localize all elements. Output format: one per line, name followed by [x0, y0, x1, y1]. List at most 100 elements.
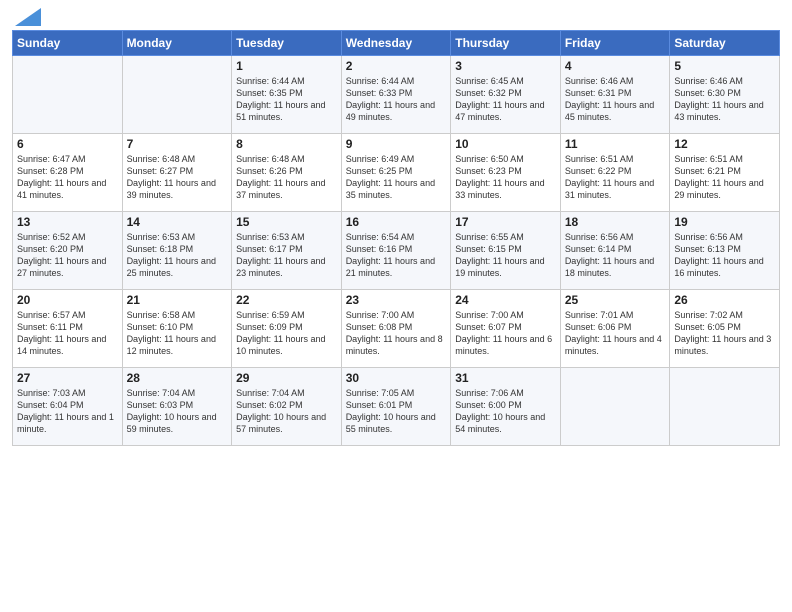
calendar-week-3: 13 Sunrise: 6:52 AM Sunset: 6:20 PM Dayli… [13, 212, 780, 290]
day-info: Sunrise: 6:48 AM Sunset: 6:26 PM Dayligh… [236, 153, 337, 202]
day-info: Sunrise: 6:57 AM Sunset: 6:11 PM Dayligh… [17, 309, 118, 358]
day-info: Sunrise: 6:59 AM Sunset: 6:09 PM Dayligh… [236, 309, 337, 358]
day-number: 29 [236, 371, 337, 385]
calendar-cell: 4 Sunrise: 6:46 AM Sunset: 6:31 PM Daylig… [560, 56, 670, 134]
day-number: 18 [565, 215, 666, 229]
day-info: Sunrise: 6:46 AM Sunset: 6:30 PM Dayligh… [674, 75, 775, 124]
day-number: 25 [565, 293, 666, 307]
day-number: 16 [346, 215, 447, 229]
day-info: Sunrise: 6:56 AM Sunset: 6:13 PM Dayligh… [674, 231, 775, 280]
calendar-cell: 20 Sunrise: 6:57 AM Sunset: 6:11 PM Dayli… [13, 290, 123, 368]
day-info: Sunrise: 6:44 AM Sunset: 6:35 PM Dayligh… [236, 75, 337, 124]
calendar-week-1: 1 Sunrise: 6:44 AM Sunset: 6:35 PM Daylig… [13, 56, 780, 134]
day-info: Sunrise: 6:53 AM Sunset: 6:18 PM Dayligh… [127, 231, 228, 280]
calendar-cell: 15 Sunrise: 6:53 AM Sunset: 6:17 PM Dayli… [232, 212, 342, 290]
day-info: Sunrise: 6:56 AM Sunset: 6:14 PM Dayligh… [565, 231, 666, 280]
calendar-cell: 30Sunrise: 7:05 AM Sunset: 6:01 PM Dayli… [341, 368, 451, 446]
header-thursday: Thursday [451, 31, 561, 56]
calendar-cell: 17 Sunrise: 6:55 AM Sunset: 6:15 PM Dayli… [451, 212, 561, 290]
calendar-cell: 3 Sunrise: 6:45 AM Sunset: 6:32 PM Daylig… [451, 56, 561, 134]
header-wednesday: Wednesday [341, 31, 451, 56]
day-info: Sunrise: 7:04 AM Sunset: 6:02 PM Dayligh… [236, 387, 337, 436]
day-number: 13 [17, 215, 118, 229]
day-number: 17 [455, 215, 556, 229]
day-info: Sunrise: 7:01 AM Sunset: 6:06 PM Dayligh… [565, 309, 666, 358]
day-number: 10 [455, 137, 556, 151]
day-info: Sunrise: 7:03 AM Sunset: 6:04 PM Dayligh… [17, 387, 118, 436]
day-number: 24 [455, 293, 556, 307]
calendar-cell: 29 Sunrise: 7:04 AM Sunset: 6:02 PM Dayli… [232, 368, 342, 446]
day-number: 11 [565, 137, 666, 151]
day-info: Sunrise: 6:50 AM Sunset: 6:23 PM Dayligh… [455, 153, 556, 202]
day-number: 9 [346, 137, 447, 151]
day-info: Sunrise: 7:00 AM Sunset: 6:07 PM Dayligh… [455, 309, 556, 358]
day-info: Sunrise: 7:00 AM Sunset: 6:08 PM Dayligh… [346, 309, 447, 358]
calendar-cell: 18 Sunrise: 6:56 AM Sunset: 6:14 PM Dayli… [560, 212, 670, 290]
day-number: 15 [236, 215, 337, 229]
calendar-cell: 28Sunrise: 7:04 AM Sunset: 6:03 PM Dayli… [122, 368, 232, 446]
calendar-body: 1 Sunrise: 6:44 AM Sunset: 6:35 PM Daylig… [13, 56, 780, 446]
logo [12, 10, 41, 24]
day-number: 5 [674, 59, 775, 73]
calendar-cell: 9 Sunrise: 6:49 AM Sunset: 6:25 PM Daylig… [341, 134, 451, 212]
calendar-cell: 26 Sunrise: 7:02 AM Sunset: 6:05 PM Dayli… [670, 290, 780, 368]
day-info: Sunrise: 6:51 AM Sunset: 6:22 PM Dayligh… [565, 153, 666, 202]
day-number: 20 [17, 293, 118, 307]
calendar-cell: 11 Sunrise: 6:51 AM Sunset: 6:22 PM Dayli… [560, 134, 670, 212]
day-number: 3 [455, 59, 556, 73]
header [12, 10, 780, 24]
day-info: Sunrise: 6:49 AM Sunset: 6:25 PM Dayligh… [346, 153, 447, 202]
calendar-week-5: 27Sunrise: 7:03 AM Sunset: 6:04 PM Dayli… [13, 368, 780, 446]
day-number: 31 [455, 371, 556, 385]
calendar-cell: 19 Sunrise: 6:56 AM Sunset: 6:13 PM Dayli… [670, 212, 780, 290]
day-info: Sunrise: 6:48 AM Sunset: 6:27 PM Dayligh… [127, 153, 228, 202]
header-row: Sunday Monday Tuesday Wednesday Thursday… [13, 31, 780, 56]
day-info: Sunrise: 7:06 AM Sunset: 6:00 PM Dayligh… [455, 387, 556, 436]
header-saturday: Saturday [670, 31, 780, 56]
calendar-cell: 23 Sunrise: 7:00 AM Sunset: 6:08 PM Dayli… [341, 290, 451, 368]
day-info: Sunrise: 6:58 AM Sunset: 6:10 PM Dayligh… [127, 309, 228, 358]
day-number: 23 [346, 293, 447, 307]
day-info: Sunrise: 6:52 AM Sunset: 6:20 PM Dayligh… [17, 231, 118, 280]
day-number: 19 [674, 215, 775, 229]
day-info: Sunrise: 6:53 AM Sunset: 6:17 PM Dayligh… [236, 231, 337, 280]
day-info: Sunrise: 6:55 AM Sunset: 6:15 PM Dayligh… [455, 231, 556, 280]
day-info: Sunrise: 6:54 AM Sunset: 6:16 PM Dayligh… [346, 231, 447, 280]
calendar-cell: 12Sunrise: 6:51 AM Sunset: 6:21 PM Dayli… [670, 134, 780, 212]
calendar-cell: 13 Sunrise: 6:52 AM Sunset: 6:20 PM Dayli… [13, 212, 123, 290]
day-info: Sunrise: 6:47 AM Sunset: 6:28 PM Dayligh… [17, 153, 118, 202]
header-tuesday: Tuesday [232, 31, 342, 56]
day-number: 14 [127, 215, 228, 229]
calendar-cell: 31 Sunrise: 7:06 AM Sunset: 6:00 PM Dayli… [451, 368, 561, 446]
calendar-cell: 24 Sunrise: 7:00 AM Sunset: 6:07 PM Dayli… [451, 290, 561, 368]
calendar-cell: 22Sunrise: 6:59 AM Sunset: 6:09 PM Dayli… [232, 290, 342, 368]
day-number: 12 [674, 137, 775, 151]
day-number: 21 [127, 293, 228, 307]
calendar-header: Sunday Monday Tuesday Wednesday Thursday… [13, 31, 780, 56]
day-info: Sunrise: 6:46 AM Sunset: 6:31 PM Dayligh… [565, 75, 666, 124]
day-info: Sunrise: 6:45 AM Sunset: 6:32 PM Dayligh… [455, 75, 556, 124]
day-number: 6 [17, 137, 118, 151]
day-info: Sunrise: 7:02 AM Sunset: 6:05 PM Dayligh… [674, 309, 775, 358]
day-number: 1 [236, 59, 337, 73]
calendar-cell: 16 Sunrise: 6:54 AM Sunset: 6:16 PM Dayli… [341, 212, 451, 290]
day-info: Sunrise: 7:04 AM Sunset: 6:03 PM Dayligh… [127, 387, 228, 436]
day-number: 2 [346, 59, 447, 73]
header-monday: Monday [122, 31, 232, 56]
calendar-cell: 25 Sunrise: 7:01 AM Sunset: 6:06 PM Dayli… [560, 290, 670, 368]
calendar-cell: 7Sunrise: 6:48 AM Sunset: 6:27 PM Daylig… [122, 134, 232, 212]
calendar-cell: 10 Sunrise: 6:50 AM Sunset: 6:23 PM Dayli… [451, 134, 561, 212]
calendar-cell: 21 Sunrise: 6:58 AM Sunset: 6:10 PM Dayli… [122, 290, 232, 368]
calendar-cell: 27Sunrise: 7:03 AM Sunset: 6:04 PM Dayli… [13, 368, 123, 446]
calendar-cell [670, 368, 780, 446]
calendar-cell [13, 56, 123, 134]
day-info: Sunrise: 6:44 AM Sunset: 6:33 PM Dayligh… [346, 75, 447, 124]
day-info: Sunrise: 7:05 AM Sunset: 6:01 PM Dayligh… [346, 387, 447, 436]
day-number: 4 [565, 59, 666, 73]
calendar-table: Sunday Monday Tuesday Wednesday Thursday… [12, 30, 780, 446]
calendar-cell: 14 Sunrise: 6:53 AM Sunset: 6:18 PM Dayli… [122, 212, 232, 290]
calendar-week-4: 20 Sunrise: 6:57 AM Sunset: 6:11 PM Dayli… [13, 290, 780, 368]
day-number: 26 [674, 293, 775, 307]
calendar-cell [122, 56, 232, 134]
calendar-cell: 6 Sunrise: 6:47 AM Sunset: 6:28 PM Daylig… [13, 134, 123, 212]
